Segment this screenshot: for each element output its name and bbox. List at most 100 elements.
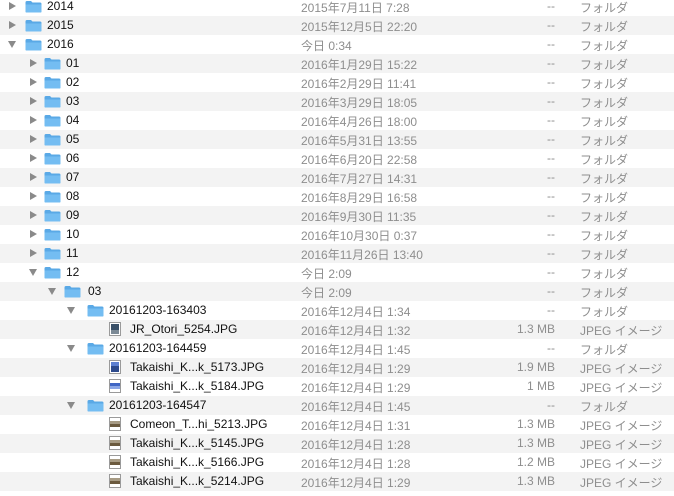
disclosure-open-icon[interactable] bbox=[8, 41, 16, 48]
item-date-modified: 2015年7月11日 7:28 bbox=[301, 1, 410, 15]
item-size: -- bbox=[547, 0, 555, 13]
item-size: -- bbox=[547, 37, 555, 51]
item-size: -- bbox=[547, 303, 555, 317]
item-kind: フォルダ bbox=[580, 229, 629, 243]
disclosure-closed-icon[interactable] bbox=[30, 249, 37, 257]
file-row[interactable]: Takaishi_K...k_5166.JPG 2016年12月4日 1:28 1.… bbox=[0, 453, 674, 472]
folder-row[interactable]: 05 2016年5月31日 13:55 -- フォルダ bbox=[0, 130, 674, 149]
folder-row[interactable]: 10 2016年10月30日 0:37 -- フォルダ bbox=[0, 225, 674, 244]
disclosure-open-icon[interactable] bbox=[48, 288, 56, 295]
item-size: -- bbox=[547, 227, 555, 241]
file-list: 2014 2015年7月11日 7:28 -- フォルダ 2015 2015年12月5日 … bbox=[0, 0, 674, 496]
disclosure-closed-icon[interactable] bbox=[9, 2, 16, 10]
item-date-modified: 今日 2:09 bbox=[301, 267, 352, 281]
file-row[interactable]: Comeon_T...hi_5213.JPG 2016年12月4日 1:31 1.3… bbox=[0, 415, 674, 434]
item-name: 20161203-163403 bbox=[109, 303, 207, 317]
item-date-modified: 2015年12月5日 22:20 bbox=[301, 20, 418, 34]
disclosure-closed-icon[interactable] bbox=[30, 97, 37, 105]
item-kind: フォルダ bbox=[580, 39, 629, 53]
item-name: Takaishi_K...k_5214.JPG bbox=[130, 474, 265, 488]
folder-row[interactable]: 01 2016年1月29日 15:22 -- フォルダ bbox=[0, 54, 674, 73]
folder-row[interactable]: 07 2016年7月27日 14:31 -- フォルダ bbox=[0, 168, 674, 187]
item-name: 2014 bbox=[47, 0, 74, 13]
file-row[interactable]: JR_Otori_5254.JPG 2016年12月4日 1:32 1.3 MB JP… bbox=[0, 320, 674, 339]
item-date-modified: 2016年4月26日 18:00 bbox=[301, 115, 418, 129]
item-date-modified: 2016年1月29日 15:22 bbox=[301, 58, 418, 72]
folder-icon bbox=[44, 209, 61, 222]
disclosure-closed-icon[interactable] bbox=[30, 154, 37, 162]
item-size: -- bbox=[547, 246, 555, 260]
item-name: 06 bbox=[66, 151, 80, 165]
disclosure-open-icon[interactable] bbox=[67, 345, 75, 352]
disclosure-closed-icon[interactable] bbox=[30, 230, 37, 238]
folder-row[interactable]: 09 2016年9月30日 11:35 -- フォルダ bbox=[0, 206, 674, 225]
item-size: 1 MB bbox=[526, 379, 555, 393]
disclosure-closed-icon[interactable] bbox=[30, 192, 37, 200]
folder-row[interactable]: 08 2016年8月29日 16:58 -- フォルダ bbox=[0, 187, 674, 206]
folder-row[interactable]: 12 今日 2:09 -- フォルダ bbox=[0, 263, 674, 282]
disclosure-closed-icon[interactable] bbox=[9, 21, 16, 29]
folder-row[interactable]: 04 2016年4月26日 18:00 -- フォルダ bbox=[0, 111, 674, 130]
item-kind: フォルダ bbox=[580, 172, 629, 186]
item-name: 07 bbox=[66, 170, 80, 184]
folder-row[interactable]: 20161203-164547 2016年12月4日 1:45 -- フォルダ bbox=[0, 396, 674, 415]
folder-icon bbox=[44, 57, 61, 70]
item-date-modified: 2016年12月4日 1:34 bbox=[301, 305, 411, 319]
image-file-icon bbox=[109, 379, 121, 393]
folder-row[interactable]: 02 2016年2月29日 11:41 -- フォルダ bbox=[0, 73, 674, 92]
item-date-modified: 2016年12月4日 1:29 bbox=[301, 476, 411, 490]
file-row[interactable]: Takaishi_K...k_5173.JPG 2016年12月4日 1:29 1.… bbox=[0, 358, 674, 377]
folder-row[interactable]: 2014 2015年7月11日 7:28 -- フォルダ bbox=[0, 0, 674, 16]
folder-icon bbox=[44, 133, 61, 146]
item-date-modified: 2016年11月26日 13:40 bbox=[301, 248, 423, 262]
item-date-modified: 今日 0:34 bbox=[301, 39, 352, 53]
item-kind: フォルダ bbox=[580, 400, 629, 414]
image-file-icon bbox=[109, 322, 121, 336]
disclosure-closed-icon[interactable] bbox=[30, 116, 37, 124]
item-name: 02 bbox=[66, 75, 80, 89]
folder-row[interactable]: 03 今日 2:09 -- フォルダ bbox=[0, 282, 674, 301]
item-name: JR_Otori_5254.JPG bbox=[130, 322, 238, 336]
disclosure-closed-icon[interactable] bbox=[30, 59, 37, 67]
item-date-modified: 2016年7月27日 14:31 bbox=[301, 172, 418, 186]
disclosure-closed-icon[interactable] bbox=[30, 173, 37, 181]
item-kind: フォルダ bbox=[580, 153, 629, 167]
folder-icon bbox=[44, 171, 61, 184]
item-kind: フォルダ bbox=[580, 267, 629, 281]
disclosure-open-icon[interactable] bbox=[29, 269, 37, 276]
item-date-modified: 2016年6月20日 22:58 bbox=[301, 153, 418, 167]
item-kind: JPEG イメージ bbox=[580, 324, 663, 338]
item-kind: JPEG イメージ bbox=[580, 381, 663, 395]
folder-row[interactable]: 20161203-164459 2016年12月4日 1:45 -- フォルダ bbox=[0, 339, 674, 358]
folder-row[interactable]: 03 2016年3月29日 18:05 -- フォルダ bbox=[0, 92, 674, 111]
file-row[interactable]: Takaishi_K...k_5145.JPG 2016年12月4日 1:28 1.… bbox=[0, 434, 674, 453]
item-name: 09 bbox=[66, 208, 80, 222]
item-kind: フォルダ bbox=[580, 20, 629, 34]
folder-row[interactable]: 2016 今日 0:34 -- フォルダ bbox=[0, 35, 674, 54]
disclosure-open-icon[interactable] bbox=[67, 402, 75, 409]
disclosure-closed-icon[interactable] bbox=[30, 211, 37, 219]
item-date-modified: 2016年9月30日 11:35 bbox=[301, 210, 417, 224]
file-row[interactable]: Takaishi_K...k_5184.JPG 2016年12月4日 1:29 1 … bbox=[0, 377, 674, 396]
item-date-modified: 2016年2月29日 11:41 bbox=[301, 77, 417, 91]
item-size: 1.3 MB bbox=[516, 436, 555, 450]
folder-row[interactable]: 2015 2015年12月5日 22:20 -- フォルダ bbox=[0, 16, 674, 35]
item-name: 04 bbox=[66, 113, 80, 127]
folder-row[interactable]: 06 2016年6月20日 22:58 -- フォルダ bbox=[0, 149, 674, 168]
folder-row[interactable]: 11 2016年11月26日 13:40 -- フォルダ bbox=[0, 244, 674, 263]
item-kind: JPEG イメージ bbox=[580, 438, 663, 452]
disclosure-open-icon[interactable] bbox=[67, 307, 75, 314]
item-size: -- bbox=[547, 94, 555, 108]
item-size: -- bbox=[547, 75, 555, 89]
disclosure-closed-icon[interactable] bbox=[30, 135, 37, 143]
file-row[interactable]: Takaishi_K...k_5214.JPG 2016年12月4日 1:29 1.… bbox=[0, 472, 674, 491]
item-date-modified: 今日 2:09 bbox=[301, 286, 352, 300]
folder-icon bbox=[44, 76, 61, 89]
folder-icon bbox=[44, 228, 61, 241]
image-file-icon bbox=[109, 360, 121, 374]
folder-row[interactable]: 20161203-163403 2016年12月4日 1:34 -- フォルダ bbox=[0, 301, 674, 320]
folder-icon bbox=[44, 95, 61, 108]
folder-icon bbox=[44, 114, 61, 127]
disclosure-closed-icon[interactable] bbox=[30, 78, 37, 86]
item-size: -- bbox=[547, 113, 555, 127]
